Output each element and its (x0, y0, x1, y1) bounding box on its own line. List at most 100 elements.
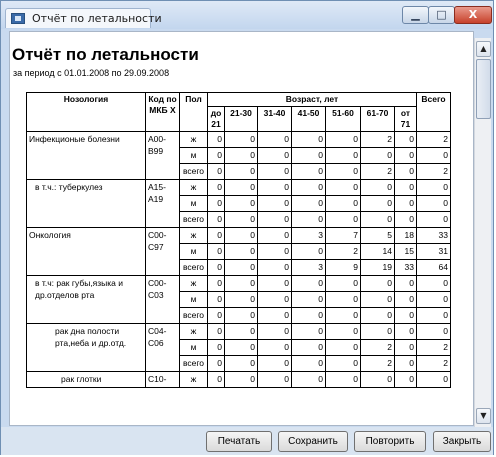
sex-cell: всего (179, 307, 208, 324)
nosology-cell: в т.ч: рак губы,языка и др.отделов рта (26, 275, 146, 324)
value-cell: 0 (394, 339, 417, 356)
value-cell: 0 (325, 355, 361, 372)
value-cell: 0 (394, 371, 417, 388)
code-cell: A00-B99 (145, 131, 180, 180)
header-nosology: Нозология (26, 92, 146, 132)
nosology-cell: Инфекционые болезни (26, 131, 146, 180)
value-cell: 0 (224, 307, 258, 324)
value-cell: 0 (325, 323, 361, 340)
report-viewer: Отчёт по летальности за период с 01.01.2… (9, 31, 474, 426)
value-cell: 0 (291, 371, 326, 388)
value-cell: 14 (360, 243, 395, 260)
value-cell: 18 (394, 227, 417, 244)
value-cell: 0 (257, 147, 292, 164)
value-cell: 0 (224, 211, 258, 228)
header-age-group: от 71 (394, 106, 417, 132)
window-title-tab: Отчёт по летальности (5, 8, 162, 28)
value-cell: 0 (394, 275, 417, 292)
value-cell: 0 (291, 147, 326, 164)
total-cell: 2 (416, 355, 451, 372)
value-cell: 0 (325, 195, 361, 212)
total-cell: 0 (416, 371, 451, 388)
report-table: Нозология Код по МКБ Х Пол Возраст, лет … (26, 92, 451, 388)
code-cell: A15-A19 (145, 179, 180, 228)
header-total: Всего (416, 92, 451, 132)
value-cell: 0 (394, 323, 417, 340)
code-cell: C04-C06 (145, 323, 180, 372)
value-cell: 0 (207, 227, 225, 244)
value-cell: 0 (394, 291, 417, 308)
value-cell: 3 (291, 259, 326, 276)
report-period: за период с 01.01.2008 по 29.09.2008 (13, 68, 170, 78)
sex-cell: ж (179, 323, 208, 340)
repeat-button[interactable]: Повторить (354, 431, 426, 452)
report-title: Отчёт по летальности (12, 45, 199, 64)
minimize-button[interactable]: ▁ (402, 6, 429, 24)
sex-cell: м (179, 291, 208, 308)
value-cell: 0 (207, 131, 225, 148)
code-cell: C00-C97 (145, 227, 180, 276)
sex-cell: всего (179, 163, 208, 180)
vertical-scrollbar[interactable]: ▲ ▼ (474, 38, 491, 427)
value-cell: 0 (207, 355, 225, 372)
value-cell: 0 (325, 339, 361, 356)
value-cell: 0 (257, 179, 292, 196)
value-cell: 0 (224, 291, 258, 308)
table-row: рак глотки C10- ж 0 0 0 0 0 0 0 0 (26, 371, 451, 388)
value-cell: 0 (257, 243, 292, 260)
value-cell: 0 (394, 195, 417, 212)
table-row: в т.ч: рак губы,языка и др.отделов рта C0… (26, 275, 451, 324)
close-window-button[interactable]: X (454, 6, 492, 24)
value-cell: 0 (207, 195, 225, 212)
value-cell: 0 (325, 275, 361, 292)
value-cell: 33 (394, 259, 417, 276)
value-cell: 0 (224, 275, 258, 292)
value-cell: 0 (360, 307, 395, 324)
value-cell: 0 (257, 163, 292, 180)
total-cell: 0 (416, 323, 451, 340)
header-age: Возраст, лет (207, 92, 417, 107)
value-cell: 0 (224, 163, 258, 180)
scroll-down-button[interactable]: ▼ (476, 408, 491, 424)
value-cell: 0 (291, 243, 326, 260)
value-cell: 0 (257, 211, 292, 228)
value-cell: 2 (360, 163, 395, 180)
value-cell: 0 (291, 195, 326, 212)
value-cell: 7 (325, 227, 361, 244)
total-cell: 64 (416, 259, 451, 276)
maximize-button[interactable]: □ (428, 6, 455, 24)
value-cell: 0 (360, 371, 395, 388)
value-cell: 0 (257, 307, 292, 324)
value-cell: 0 (224, 323, 258, 340)
value-cell: 0 (325, 147, 361, 164)
save-button[interactable]: Сохранить (278, 431, 348, 452)
value-cell: 2 (360, 355, 395, 372)
sex-cell: м (179, 147, 208, 164)
sex-cell: ж (179, 179, 208, 196)
header-age-group: 61-70 (360, 106, 395, 132)
scroll-thumb[interactable] (476, 59, 491, 119)
value-cell: 0 (207, 323, 225, 340)
print-button[interactable]: Печатать (206, 431, 272, 452)
value-cell: 0 (224, 339, 258, 356)
value-cell: 0 (291, 211, 326, 228)
value-cell: 0 (257, 259, 292, 276)
close-button[interactable]: Закрыть (433, 431, 491, 452)
value-cell: 0 (291, 131, 326, 148)
value-cell: 0 (257, 339, 292, 356)
value-cell: 0 (224, 243, 258, 260)
code-cell: C00-C03 (145, 275, 180, 324)
value-cell: 0 (224, 195, 258, 212)
value-cell: 0 (207, 275, 225, 292)
value-cell: 0 (207, 211, 225, 228)
value-cell: 0 (224, 131, 258, 148)
scroll-up-button[interactable]: ▲ (476, 41, 491, 57)
value-cell: 5 (360, 227, 395, 244)
nosology-cell: рак глотки (26, 371, 146, 388)
title-bar[interactable]: Отчёт по летальности ▁ □ X (1, 1, 493, 29)
value-cell: 0 (291, 179, 326, 196)
header-age-group: 21-30 (224, 106, 258, 132)
value-cell: 2 (360, 339, 395, 356)
code-cell: C10- (145, 371, 180, 388)
value-cell: 0 (257, 195, 292, 212)
